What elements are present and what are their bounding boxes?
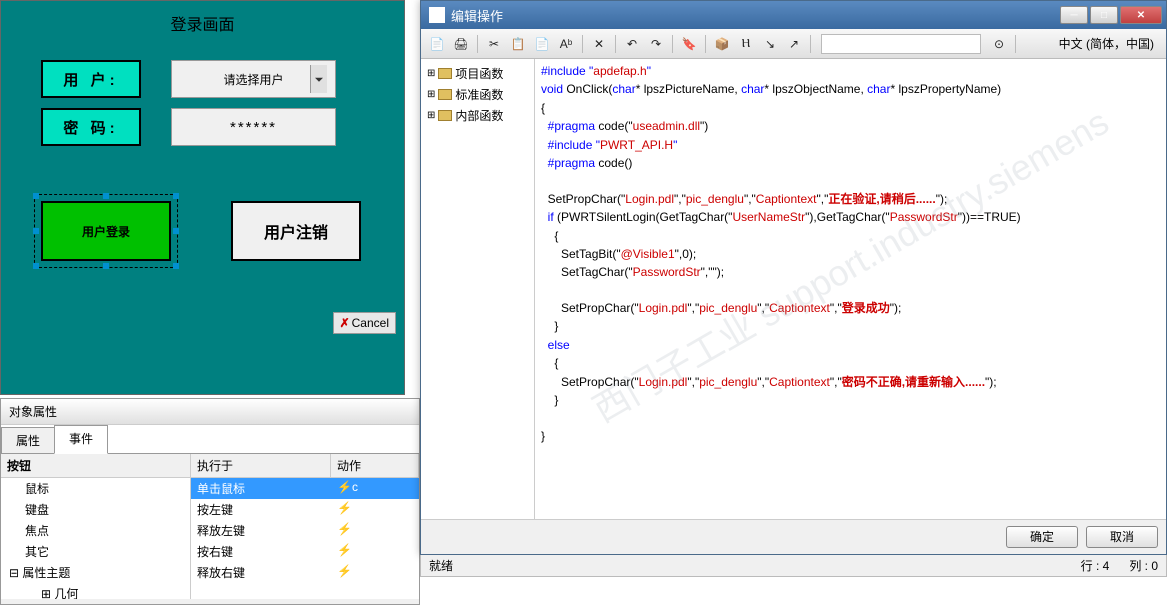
login-button-label: 用户登录 [82,223,130,240]
tab-properties[interactable]: 属性 [1,427,55,453]
status-line: 行 : 4 [1081,557,1110,574]
folder-icon [438,89,452,100]
tree-internal-functions[interactable]: 内部函数 [423,105,532,126]
compile-icon[interactable]: 📄 [427,34,447,54]
col-action[interactable]: 动作 [331,454,419,477]
password-input[interactable]: ****** [171,108,336,146]
app-icon [429,7,445,23]
function-tree[interactable]: 项目函数 标准函数 内部函数 [421,59,535,519]
tree-item-mouse[interactable]: 鼠标 [1,478,190,499]
statusbar: 就绪 行 : 4 列 : 0 [420,555,1167,577]
box-icon[interactable]: 📦 [712,34,732,54]
toolbar: 📄 🖨 ✂ 📋 📄 Aᵇ ✕ ↶ ↷ 🔖 📦 Ⲏ ↘ ↗ ⊙ 中文 (简体，中国… [421,29,1166,59]
event-tree[interactable]: 按钮 鼠标 键盘 焦点 其它 属性主题 几何 颜色 [1,454,191,599]
search-icon[interactable]: ⊙ [989,34,1009,54]
bookmark-icon[interactable]: 🔖 [679,34,699,54]
paste-icon[interactable]: 📄 [532,34,552,54]
find-icon[interactable]: Aᵇ [556,34,576,54]
tree-item-other[interactable]: 其它 [1,541,190,562]
cut-icon[interactable]: ✂ [484,34,504,54]
bolt-icon: ⚡ [337,501,352,515]
copy-icon[interactable]: 📋 [508,34,528,54]
logout-button[interactable]: 用户注销 [231,201,361,261]
language-selector[interactable]: 中文 (简体，中国) [1053,35,1160,52]
undo-icon[interactable]: ↶ [622,34,642,54]
tree-standard-functions[interactable]: 标准函数 [423,84,532,105]
bolt-icon: ⚡ [337,522,352,536]
user-select[interactable]: 请选择用户 [171,60,336,98]
close-icon: ✗ [340,316,350,330]
window-title: 编辑操作 [451,6,1060,25]
list-row[interactable]: 单击鼠标⚡c [191,478,419,499]
dialog-footer: 确定 取消 [421,519,1166,553]
status-text: 就绪 [429,557,453,574]
export-icon[interactable]: ↗ [784,34,804,54]
delete-icon[interactable]: ✕ [589,34,609,54]
compass-icon[interactable]: Ⲏ [736,34,756,54]
event-list: 执行于 动作 单击鼠标⚡c 按左键⚡ 释放左键⚡ 按右键⚡ 释放右键⚡ [191,454,419,599]
titlebar[interactable]: 编辑操作 ─ □ ✕ [421,1,1166,29]
status-col: 列 : 0 [1129,557,1158,574]
password-label: 密 码: [41,108,141,146]
properties-panel: 对象属性 属性 事件 按钮 鼠标 键盘 焦点 其它 属性主题 几何 颜色 执行于… [0,398,420,605]
login-button[interactable]: 用户登录 [41,201,171,261]
folder-icon [438,110,452,121]
tab-events[interactable]: 事件 [54,425,108,454]
minimize-button[interactable]: ─ [1060,6,1088,24]
bolt-icon: ⚡ [337,480,352,494]
tree-item-topics[interactable]: 属性主题 [1,562,190,583]
list-row[interactable]: 释放右键⚡ [191,562,419,583]
tree-header: 按钮 [1,454,190,478]
user-label: 用 户: [41,60,141,98]
chevron-down-icon [315,78,323,82]
cancel-button-label: Cancel [352,316,389,330]
cancel-button[interactable]: ✗ Cancel [333,312,396,334]
list-row[interactable]: 按右键⚡ [191,541,419,562]
tree-item-geometry[interactable]: 几何 [1,583,190,599]
login-title: 登录画面 [1,1,404,50]
list-row[interactable]: 按左键⚡ [191,499,419,520]
ok-button[interactable]: 确定 [1006,526,1078,548]
bolt-icon: ⚡ [337,564,352,578]
code-editor[interactable]: 西门子工业 support.industry.siemens#include "… [535,59,1166,519]
folder-icon [438,68,452,79]
user-select-text: 请选择用户 [223,71,283,88]
tree-item-keyboard[interactable]: 键盘 [1,499,190,520]
editor-window: 编辑操作 ─ □ ✕ 📄 🖨 ✂ 📋 📄 Aᵇ ✕ ↶ ↷ 🔖 📦 Ⲏ ↘ ↗ … [420,0,1167,555]
login-panel: 登录画面 用 户: 请选择用户 密 码: ****** 用户登录 用户注销 ✗ … [0,0,405,395]
redo-icon[interactable]: ↷ [646,34,666,54]
tree-item-focus[interactable]: 焦点 [1,520,190,541]
col-execute[interactable]: 执行于 [191,454,331,477]
print-icon[interactable]: 🖨 [451,34,471,54]
maximize-button[interactable]: □ [1090,6,1118,24]
import-icon[interactable]: ↘ [760,34,780,54]
search-input[interactable] [821,34,981,54]
tree-project-functions[interactable]: 项目函数 [423,63,532,84]
tabs: 属性 事件 [1,425,419,454]
list-row[interactable]: 释放左键⚡ [191,520,419,541]
bolt-icon: ⚡ [337,543,352,557]
close-button[interactable]: ✕ [1120,6,1162,24]
cancel-button[interactable]: 取消 [1086,526,1158,548]
properties-title: 对象属性 [1,399,419,425]
